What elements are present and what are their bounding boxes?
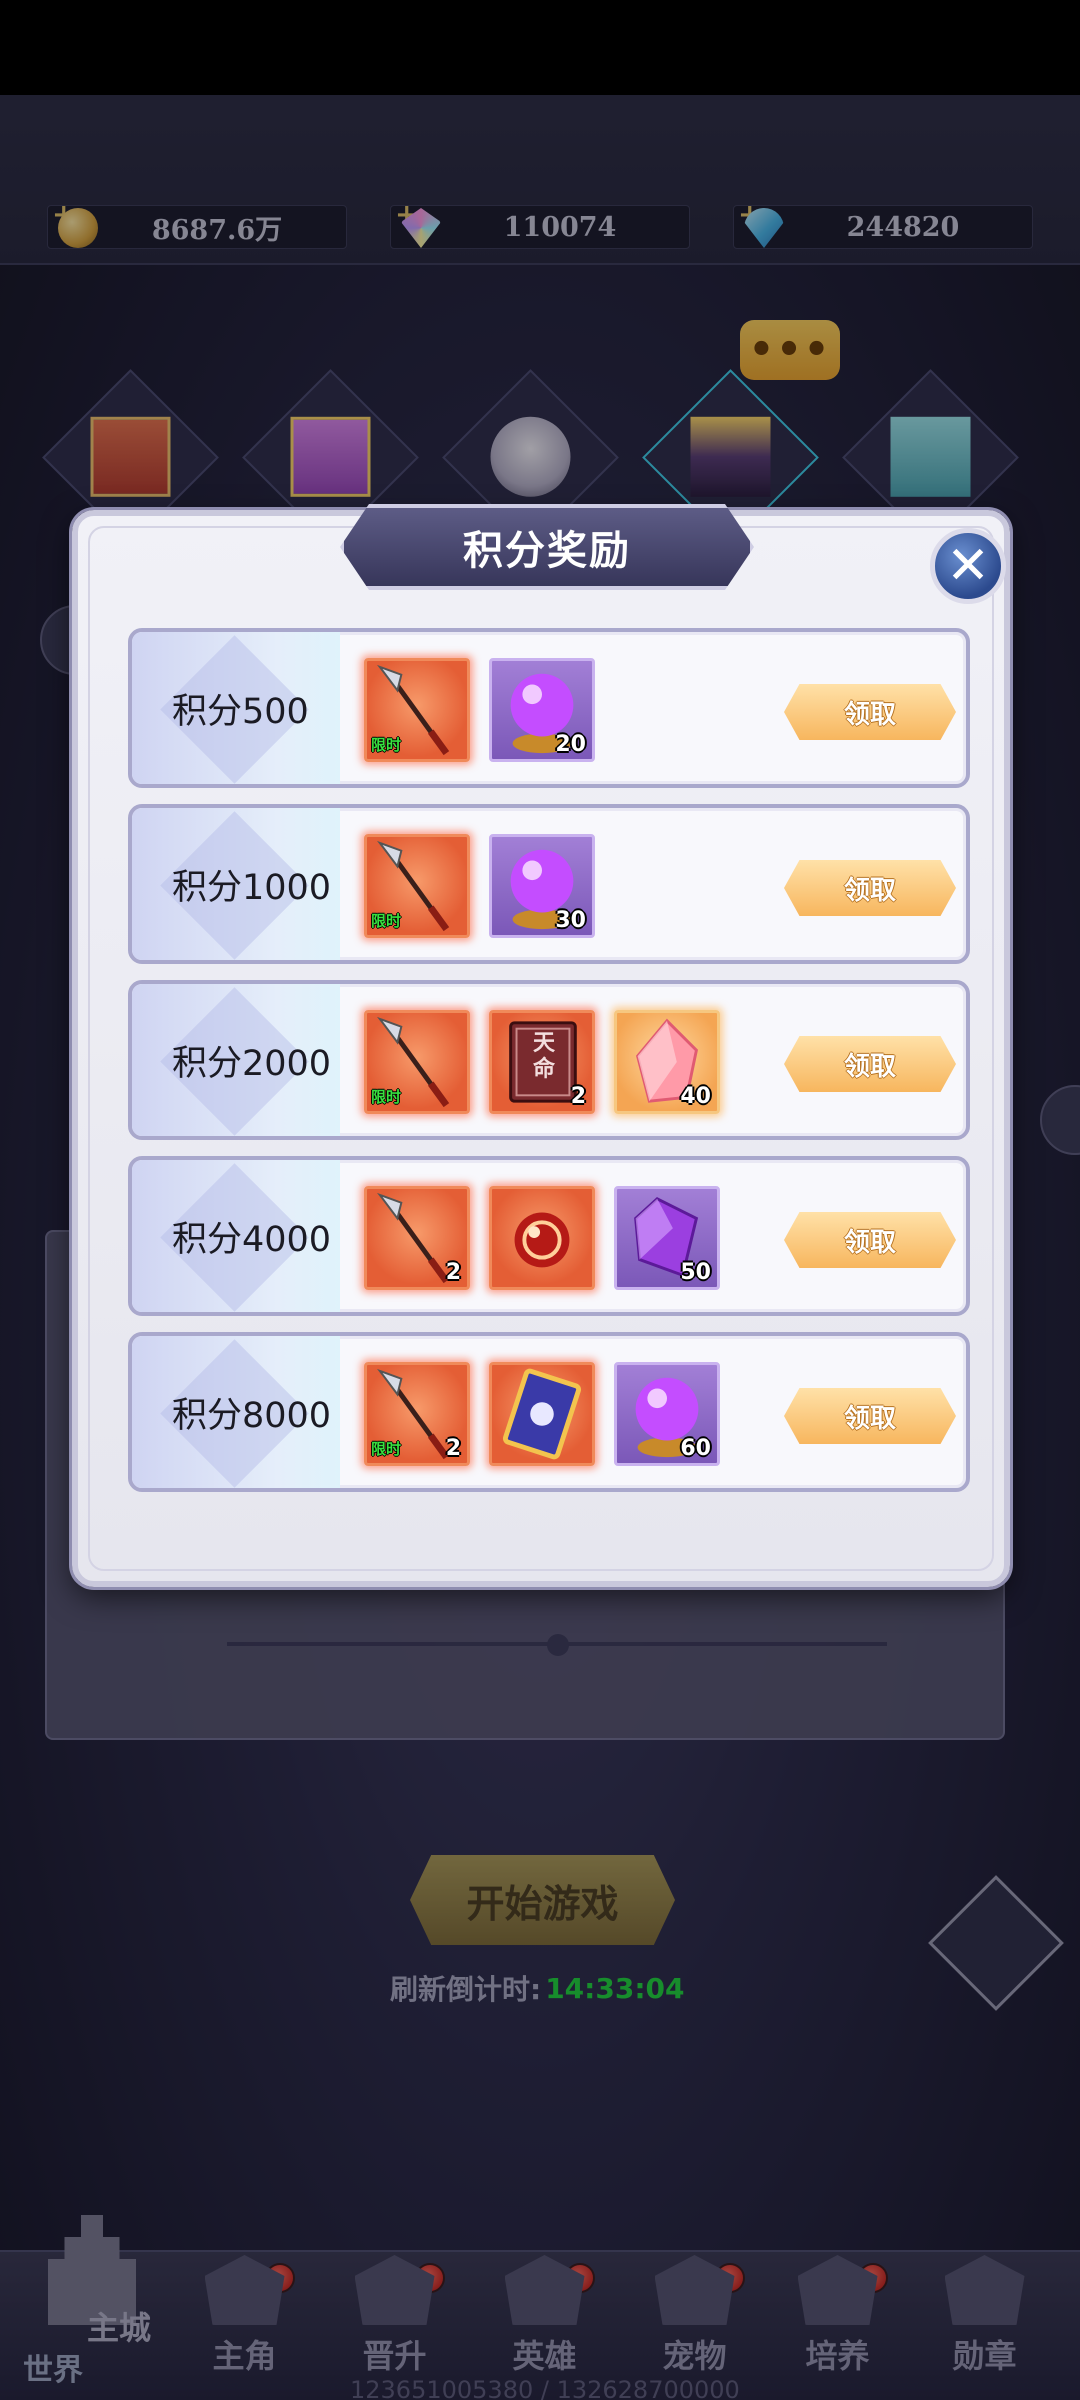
item-count: 20 xyxy=(555,732,586,757)
points-threshold-label: 积分500 xyxy=(172,691,309,732)
card-icon xyxy=(492,1365,592,1463)
reward-row: 积分1000 限时 30 领取 xyxy=(128,804,970,964)
claim-button[interactable]: 领取 xyxy=(784,1212,956,1268)
item-count: 2 xyxy=(445,1436,461,1461)
status-bar xyxy=(0,0,1080,95)
book-title: 天命 xyxy=(532,1031,555,1082)
limited-time-tag: 限时 xyxy=(371,1088,402,1106)
reward-item[interactable]: 限时 xyxy=(364,834,470,938)
reward-row: 积分500 限时 20 领取 xyxy=(128,628,970,788)
reward-item[interactable]: 30 xyxy=(489,834,595,938)
claim-button[interactable]: 领取 xyxy=(784,684,956,740)
close-icon: ✕ xyxy=(946,536,990,596)
reward-item[interactable]: 60 xyxy=(614,1362,720,1466)
reward-item[interactable]: 限时 xyxy=(364,1010,470,1114)
reward-item[interactable]: 40 xyxy=(614,1010,720,1114)
reward-row: 积分8000 限时 2 60 领取 xyxy=(128,1332,970,1492)
points-threshold-label: 积分4000 xyxy=(172,1219,332,1260)
item-count: 40 xyxy=(680,1084,711,1109)
item-count: 60 xyxy=(680,1436,711,1461)
limited-time-tag: 限时 xyxy=(371,912,402,930)
item-count: 50 xyxy=(680,1260,711,1285)
claim-button[interactable]: 领取 xyxy=(784,860,956,916)
reward-item[interactable] xyxy=(489,1186,595,1290)
item-count: 30 xyxy=(555,908,586,933)
reward-item[interactable]: 限时 xyxy=(364,658,470,762)
points-reward-modal: 积分奖励 ✕ 积分500 限时 20 领取 积分1000 限时 30 领取 积分2000 限时 天命… xyxy=(72,504,1010,1587)
limited-time-tag: 限时 xyxy=(371,1440,402,1458)
item-count: 2 xyxy=(445,1260,461,1285)
close-button[interactable]: ✕ xyxy=(930,528,1006,604)
reward-item[interactable]: 50 xyxy=(614,1186,720,1290)
limited-time-tag: 限时 xyxy=(371,736,402,754)
reward-row: 积分2000 限时 天命 2 40 领取 xyxy=(128,980,970,1140)
reward-item[interactable]: 限时 2 xyxy=(364,1362,470,1466)
points-threshold-label: 积分8000 xyxy=(172,1395,332,1436)
red-orb-icon xyxy=(492,1189,592,1287)
reward-row: 积分4000 2 50 领取 xyxy=(128,1156,970,1316)
modal-title: 积分奖励 xyxy=(340,504,754,590)
claim-button[interactable]: 领取 xyxy=(784,1036,956,1092)
reward-item[interactable]: 2 xyxy=(364,1186,470,1290)
points-threshold-label: 积分2000 xyxy=(172,1043,332,1084)
reward-item[interactable] xyxy=(489,1362,595,1466)
claim-button[interactable]: 领取 xyxy=(784,1388,956,1444)
item-count: 2 xyxy=(570,1084,586,1109)
reward-item[interactable]: 20 xyxy=(489,658,595,762)
points-threshold-label: 积分1000 xyxy=(172,867,332,908)
reward-item[interactable]: 天命 2 xyxy=(489,1010,595,1114)
